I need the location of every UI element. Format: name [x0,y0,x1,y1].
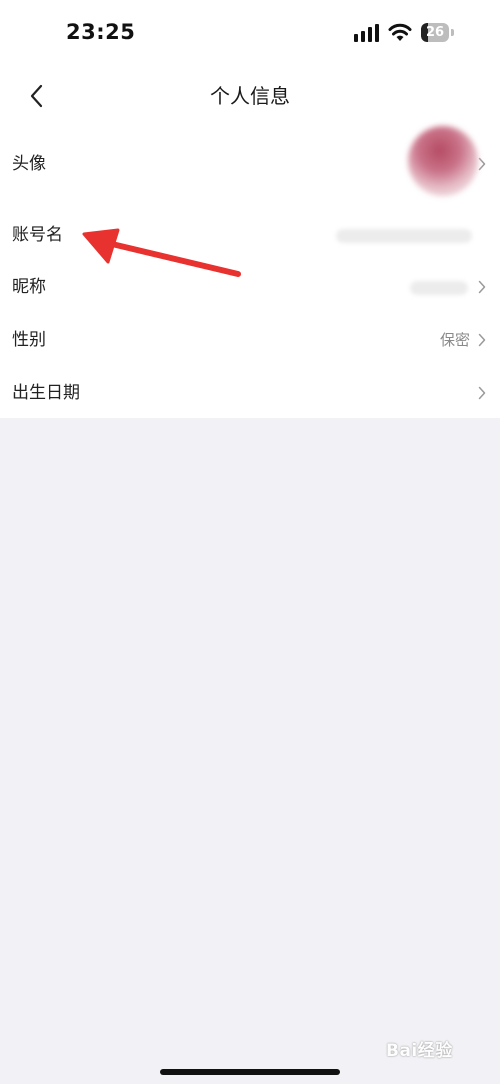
row-birth-date[interactable]: 出生日期 [0,367,500,419]
battery-body: 26 [421,23,449,42]
navigation-bar: 个人信息 [0,68,500,126]
battery-cap [451,29,454,36]
chevron-right-icon [478,157,486,171]
page-title: 个人信息 [210,84,290,108]
watermark: Bai经验 [386,1030,486,1064]
chevron-right-icon [478,280,486,294]
cellular-signal-icon [354,24,379,42]
row-label-gender: 性别 [12,330,46,350]
home-indicator [160,1069,340,1075]
status-time: 23:25 [66,20,136,44]
row-gender[interactable]: 性别 保密 [0,314,500,366]
watermark-text: Bai经验 [386,1041,453,1061]
row-nickname[interactable]: 昵称 [0,261,500,313]
red-arrow-icon [82,228,241,277]
chevron-left-icon [30,84,43,108]
row-value-gender: 保密 [439,331,470,349]
chevron-right-icon [478,333,486,347]
blurred-nickname-value [410,281,468,295]
wifi-icon [388,23,412,41]
avatar[interactable] [408,126,478,196]
chevron-right-icon [478,386,486,400]
row-account-name[interactable]: 账号名 [0,209,500,261]
status-bar: 23:25 26 [0,0,500,68]
row-label-birth-date: 出生日期 [12,383,80,403]
back-button[interactable] [16,76,56,116]
row-label-account-name: 账号名 [12,225,63,245]
blurred-account-name-value [336,229,472,243]
row-label-nickname: 昵称 [12,277,46,297]
battery-indicator: 26 [421,23,455,43]
row-label-avatar: 头像 [12,154,46,174]
battery-level: 26 [425,25,445,40]
